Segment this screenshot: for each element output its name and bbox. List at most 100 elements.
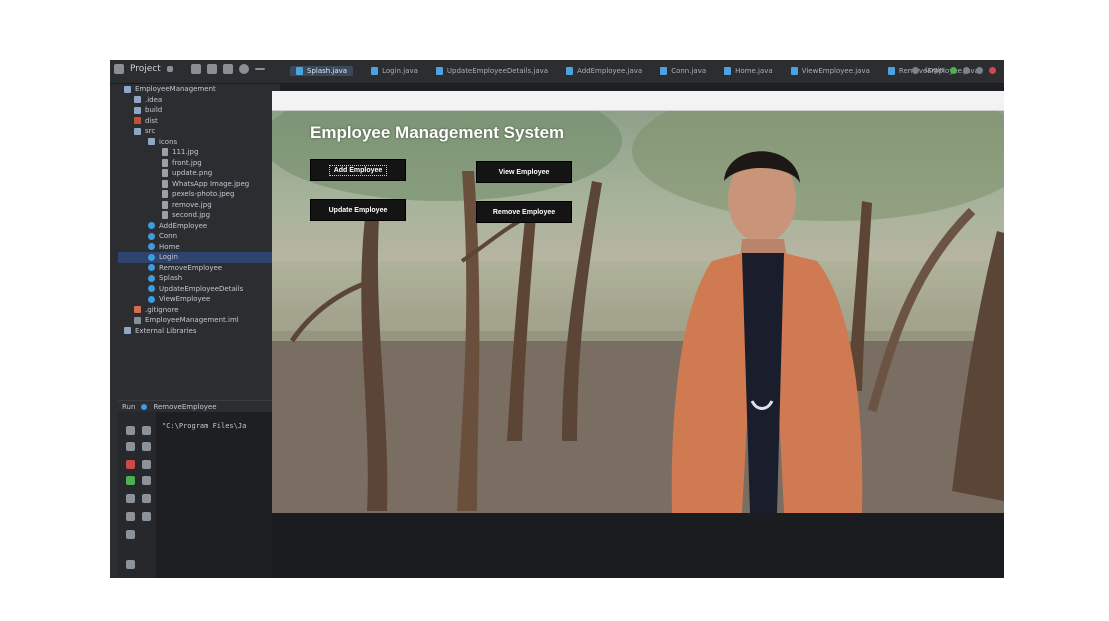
project-tree-item[interactable]: remove.jpg bbox=[118, 200, 280, 211]
run-config-select[interactable]: Login bbox=[925, 66, 944, 74]
editor-tab-label: UpdateEmployeeDetails.java bbox=[446, 67, 549, 75]
editor-tab[interactable]: AddEmployee.java bbox=[566, 66, 642, 76]
project-tree-item[interactable]: UpdateEmployeeDetails bbox=[118, 284, 280, 295]
project-tree-label: WhatsApp Image.jpeg bbox=[172, 179, 250, 188]
project-tree-label: .idea bbox=[145, 95, 163, 104]
project-tree-label: icons bbox=[159, 137, 178, 146]
folder-icon bbox=[124, 85, 131, 93]
folder-icon bbox=[148, 138, 155, 146]
pin-icon[interactable] bbox=[126, 512, 135, 521]
folder-icon bbox=[134, 127, 141, 135]
project-tree-item[interactable]: .gitignore bbox=[118, 305, 280, 316]
java-file-icon bbox=[887, 67, 895, 75]
project-tree-item[interactable]: Login bbox=[118, 252, 280, 263]
project-tree-item[interactable]: Splash bbox=[118, 273, 280, 284]
project-tree-item[interactable]: AddEmployee bbox=[118, 221, 280, 232]
java-class-icon bbox=[148, 274, 155, 282]
project-tree-item[interactable]: ViewEmployee bbox=[118, 294, 280, 305]
editor-tab[interactable]: Home.java bbox=[724, 66, 773, 76]
java-class-icon bbox=[148, 264, 155, 272]
minimize-icon[interactable] bbox=[254, 68, 265, 70]
project-menu[interactable]: Project bbox=[130, 64, 161, 74]
folder-icon bbox=[124, 327, 131, 335]
soft-wrap-icon[interactable] bbox=[142, 460, 151, 469]
run-tab[interactable]: RemoveEmployee bbox=[153, 403, 216, 411]
project-tree-item[interactable]: WhatsApp Image.jpeg bbox=[118, 179, 280, 190]
editor-tab[interactable]: Login.java bbox=[371, 66, 418, 76]
hammer-icon[interactable] bbox=[912, 66, 920, 74]
editor-tab[interactable]: ViewEmployee.java bbox=[790, 66, 870, 76]
project-tree-label: front.jpg bbox=[172, 158, 202, 167]
project-tree-item[interactable]: .idea bbox=[118, 95, 280, 106]
image-icon bbox=[162, 148, 168, 157]
add-employee-label: Add Employee bbox=[328, 164, 388, 176]
console-output[interactable]: "C:\Program Files\Ja bbox=[156, 412, 280, 578]
project-tree-item[interactable]: dist bbox=[118, 116, 280, 127]
project-tree-item[interactable]: build bbox=[118, 105, 280, 116]
project-tree-item[interactable]: pexels-photo.jpeg bbox=[118, 189, 280, 200]
project-tree: EmployeeManagement .idea build dist src icons… bbox=[118, 84, 280, 400]
editor-tab-label: Home.java bbox=[735, 67, 773, 75]
remove-employee-button[interactable]: Remove Employee bbox=[476, 201, 572, 223]
layout-icon[interactable] bbox=[126, 530, 135, 539]
pencil-icon[interactable] bbox=[126, 560, 135, 569]
image-icon bbox=[162, 179, 168, 188]
image-icon bbox=[162, 190, 168, 199]
project-tree-item[interactable]: External Libraries bbox=[118, 326, 280, 337]
add-employee-button[interactable]: Add Employee bbox=[310, 159, 406, 181]
app-titlebar[interactable] bbox=[272, 91, 1004, 111]
project-view-icon[interactable] bbox=[114, 64, 124, 74]
stop-icon[interactable] bbox=[126, 460, 135, 469]
java-file-icon bbox=[435, 67, 443, 75]
project-tree-item[interactable]: EmployeeManagement.iml bbox=[118, 315, 280, 326]
locate-icon[interactable] bbox=[190, 64, 201, 74]
project-tree-item[interactable]: src bbox=[118, 126, 280, 137]
search-icon[interactable] bbox=[976, 66, 983, 74]
project-tree-item[interactable]: EmployeeManagement bbox=[118, 84, 280, 95]
toolbar-left: Project bbox=[114, 64, 265, 74]
remove-employee-label: Remove Employee bbox=[492, 208, 556, 216]
debug-icon[interactable] bbox=[963, 66, 970, 74]
project-tree-item[interactable]: second.jpg bbox=[118, 210, 280, 221]
project-tree-label: remove.jpg bbox=[172, 200, 212, 209]
java-class-icon bbox=[148, 295, 155, 303]
editor-tab[interactable]: UpdateEmployeeDetails.java bbox=[435, 66, 549, 76]
editor-tabs: Splash.java Login.java UpdateEmployeeDetai… bbox=[290, 66, 979, 76]
view-employee-button[interactable]: View Employee bbox=[476, 161, 572, 183]
java-class-icon bbox=[148, 222, 155, 230]
run-icon[interactable] bbox=[950, 66, 957, 74]
project-tree-item[interactable]: Conn bbox=[118, 231, 280, 242]
java-file-icon bbox=[296, 67, 303, 75]
project-tree-item[interactable]: update.png bbox=[118, 168, 280, 179]
project-tree-label: EmployeeManagement bbox=[135, 85, 216, 94]
folder-icon bbox=[134, 106, 141, 114]
expand-icon[interactable] bbox=[222, 64, 233, 74]
settings-icon[interactable] bbox=[142, 512, 151, 521]
editor-tab-label: AddEmployee.java bbox=[577, 67, 643, 75]
trash-icon[interactable] bbox=[142, 494, 151, 503]
print-icon[interactable] bbox=[142, 476, 151, 485]
rerun-icon[interactable] bbox=[126, 426, 135, 435]
editor-tab[interactable]: Conn.java bbox=[660, 66, 706, 76]
update-employee-button[interactable]: Update Employee bbox=[310, 199, 406, 221]
project-tree-label: build bbox=[145, 106, 163, 115]
stop-icon[interactable] bbox=[989, 66, 996, 74]
ide-toolbar: Project Splash.java Login.java UpdateEmplo… bbox=[110, 60, 1004, 84]
java-class-icon bbox=[148, 253, 155, 261]
gear-icon[interactable] bbox=[238, 64, 249, 74]
camera-icon[interactable] bbox=[126, 494, 135, 503]
down-arrow-icon[interactable] bbox=[142, 442, 151, 451]
collapse-icon[interactable] bbox=[206, 64, 217, 74]
project-tree-item[interactable]: 111.jpg bbox=[118, 147, 280, 158]
wrench-icon[interactable] bbox=[126, 442, 135, 451]
project-tree-item[interactable]: front.jpg bbox=[118, 158, 280, 169]
chevron-down-icon[interactable] bbox=[166, 66, 173, 72]
project-tree-item[interactable]: Home bbox=[118, 242, 280, 253]
project-tree-item[interactable]: RemoveEmployee bbox=[118, 263, 280, 274]
project-tree-item[interactable]: icons bbox=[118, 137, 280, 148]
image-icon bbox=[162, 158, 168, 167]
up-arrow-icon[interactable] bbox=[142, 426, 151, 435]
editor-tab[interactable]: Splash.java bbox=[290, 66, 354, 76]
app-window: Employee Management System Add Employee … bbox=[272, 91, 1004, 513]
restore-layout-icon[interactable] bbox=[126, 476, 135, 485]
